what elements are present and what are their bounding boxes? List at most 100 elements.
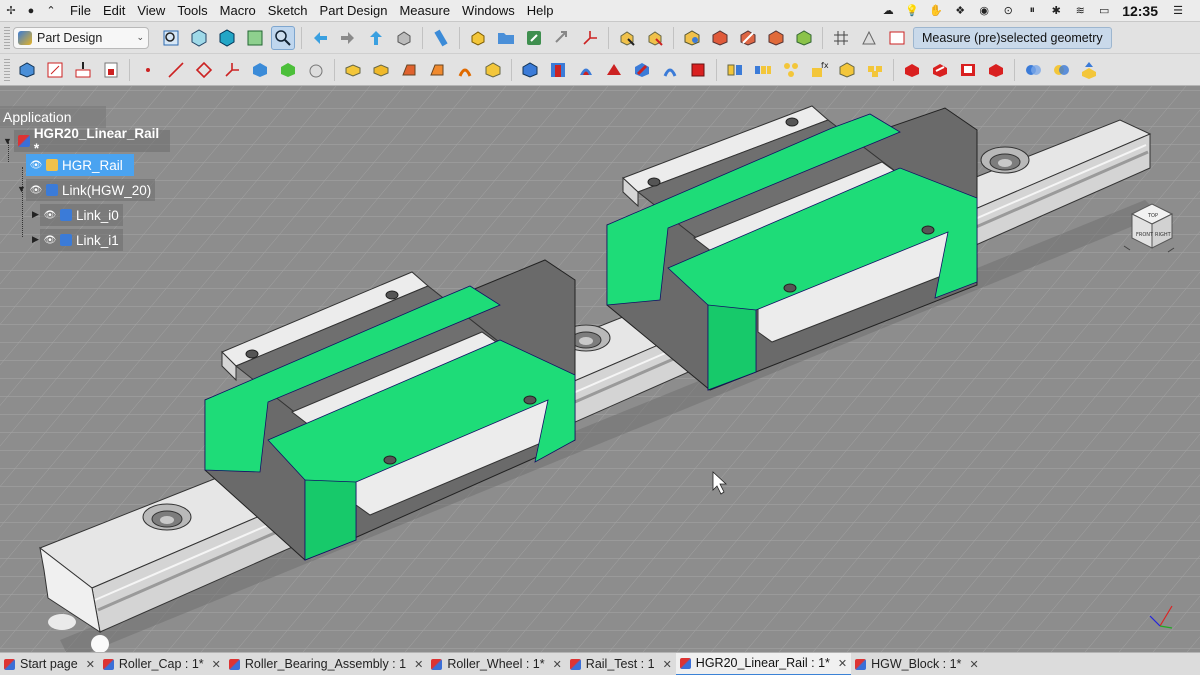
clock[interactable]: 12:35 (1122, 3, 1158, 19)
forward-arrow-icon[interactable] (336, 26, 360, 50)
grid-icon[interactable] (829, 26, 853, 50)
select-icon-1[interactable] (615, 26, 639, 50)
subtractive-primitive-icon[interactable] (686, 58, 710, 82)
validate-sketch-icon[interactable] (99, 58, 123, 82)
wifi-icon[interactable]: ≋ (1072, 4, 1088, 18)
attach-sketch-icon[interactable] (71, 58, 95, 82)
toolbar-grip[interactable] (4, 26, 10, 49)
box-selection-icon[interactable] (243, 26, 267, 50)
create-body-icon[interactable] (15, 58, 39, 82)
menu-macro[interactable]: Macro (214, 0, 262, 22)
expand-arrow-icon[interactable]: ▶ (32, 234, 39, 245)
assembly-icon-4[interactable] (764, 26, 788, 50)
tab-start-page[interactable]: Start page ✕ (0, 653, 99, 675)
hand-icon[interactable]: ✋ (928, 4, 944, 18)
folder-icon[interactable] (494, 26, 518, 50)
back-arrow-icon[interactable] (308, 26, 332, 50)
visibility-eye-icon[interactable]: 👁 (30, 184, 43, 196)
assembly-icon-5[interactable] (792, 26, 816, 50)
hole-icon[interactable] (546, 58, 570, 82)
part-icon[interactable] (392, 26, 416, 50)
link-out-icon[interactable] (550, 26, 574, 50)
navigation-cube[interactable]: TOP FRONT RIGHT (1118, 196, 1180, 263)
block2-hole-3[interactable] (783, 283, 797, 293)
toolbar-grip[interactable] (4, 58, 10, 81)
snap-icon[interactable] (857, 26, 881, 50)
visibility-eye-icon[interactable]: 👁 (44, 234, 57, 246)
menu-edit[interactable]: Edit (97, 0, 131, 22)
assembly-icon-1[interactable] (680, 26, 704, 50)
dropbox-icon[interactable]: ❖ (952, 4, 968, 18)
menu-measure[interactable]: Measure (393, 0, 456, 22)
chevron-up-icon[interactable]: ⌃ (44, 4, 58, 18)
rail-bolt-hole-3[interactable] (980, 146, 1030, 174)
datum-plane-icon[interactable] (192, 58, 216, 82)
subtractive-loft-icon[interactable] (602, 58, 626, 82)
additive-loft-icon[interactable] (397, 58, 421, 82)
groove-icon[interactable] (574, 58, 598, 82)
rail-bolt-hole-1[interactable] (142, 503, 192, 531)
block2-hole-4[interactable] (921, 225, 935, 235)
battery-icon[interactable]: ▭ (1096, 4, 1112, 18)
tree-item-hgr-rail[interactable]: 👁 HGR_Rail (26, 154, 134, 176)
polar-pattern-icon[interactable] (779, 58, 803, 82)
menu-file[interactable]: File (64, 0, 97, 22)
visibility-eye-icon[interactable]: 👁 (30, 159, 43, 171)
create-part-icon[interactable] (466, 26, 490, 50)
tab-hgr20-linear-rail[interactable]: HGR20_Linear_Rail : 1* ✕ (675, 652, 852, 675)
close-icon[interactable]: ✕ (969, 658, 978, 671)
additive-primitive-icon[interactable] (481, 58, 505, 82)
measure-ruler-icon[interactable] (429, 26, 453, 50)
close-icon[interactable]: ✕ (553, 658, 562, 671)
measure-preselected-button[interactable]: Measure (pre)selected geometry (913, 26, 1112, 49)
workbench-selector[interactable]: Part Design ⌄ (13, 26, 149, 49)
block1-hole-2[interactable] (385, 290, 399, 300)
select-icon-2[interactable] (643, 26, 667, 50)
assembly-icon-2[interactable] (708, 26, 732, 50)
linear-pattern-icon[interactable] (751, 58, 775, 82)
involute-gear-icon[interactable] (1021, 58, 1045, 82)
datum-axis-icon[interactable] (578, 26, 602, 50)
menu-part-design[interactable]: Part Design (314, 0, 394, 22)
close-icon[interactable]: ✕ (838, 657, 847, 670)
chamfer-icon[interactable] (863, 58, 887, 82)
pad-icon[interactable] (341, 58, 365, 82)
close-icon[interactable]: ✕ (414, 658, 423, 671)
tab-roller-wheel[interactable]: Roller_Wheel : 1* ✕ (427, 653, 565, 675)
pause-icon[interactable]: ⏸ (1024, 4, 1040, 18)
menu-sketch[interactable]: Sketch (262, 0, 314, 22)
window-dot-icon[interactable]: ● (24, 4, 38, 18)
shape-binder-icon[interactable] (248, 58, 272, 82)
assembly-icon-3[interactable] (736, 26, 760, 50)
menu-help[interactable]: Help (521, 0, 560, 22)
block2-hole-1[interactable] (647, 177, 661, 187)
export-icon[interactable] (1077, 58, 1101, 82)
draft-icon[interactable] (900, 58, 924, 82)
additive-pipe-icon[interactable] (425, 58, 449, 82)
multi-transform-icon[interactable]: fx (807, 58, 831, 82)
tree-item-link-i1[interactable]: 👁 Link_i1 (40, 229, 123, 251)
expand-arrow-icon[interactable]: ▶ (32, 209, 39, 220)
block2-hole-2[interactable] (785, 117, 799, 127)
sprocket-icon[interactable] (984, 58, 1008, 82)
thickness-icon[interactable] (928, 58, 952, 82)
menu-view[interactable]: View (131, 0, 171, 22)
boolean-icon[interactable] (956, 58, 980, 82)
link-icon[interactable] (522, 26, 546, 50)
subtractive-helix-icon[interactable] (658, 58, 682, 82)
pocket-icon[interactable] (518, 58, 542, 82)
tab-hgw-block[interactable]: HGW_Block : 1* ✕ (851, 653, 983, 675)
clone-icon[interactable] (304, 58, 328, 82)
tree-item-link-hgw20[interactable]: 👁 Link(HGW_20) (26, 179, 156, 201)
subtractive-pipe-icon[interactable] (630, 58, 654, 82)
scene-canvas[interactable] (0, 86, 1200, 652)
tab-roller-cap[interactable]: Roller_Cap : 1* ✕ (99, 653, 225, 675)
menu-windows[interactable]: Windows (456, 0, 521, 22)
datum-point-icon[interactable] (136, 58, 160, 82)
tab-rail-test[interactable]: Rail_Test : 1 ✕ (566, 653, 676, 675)
tab-roller-bearing-assembly[interactable]: Roller_Bearing_Assembly : 1 ✕ (225, 653, 427, 675)
subshape-binder-icon[interactable] (276, 58, 300, 82)
draw-style-icon[interactable] (215, 26, 239, 50)
lock-icon[interactable]: ⊙ (1000, 4, 1016, 18)
measure-geometry-icon[interactable] (885, 26, 909, 50)
